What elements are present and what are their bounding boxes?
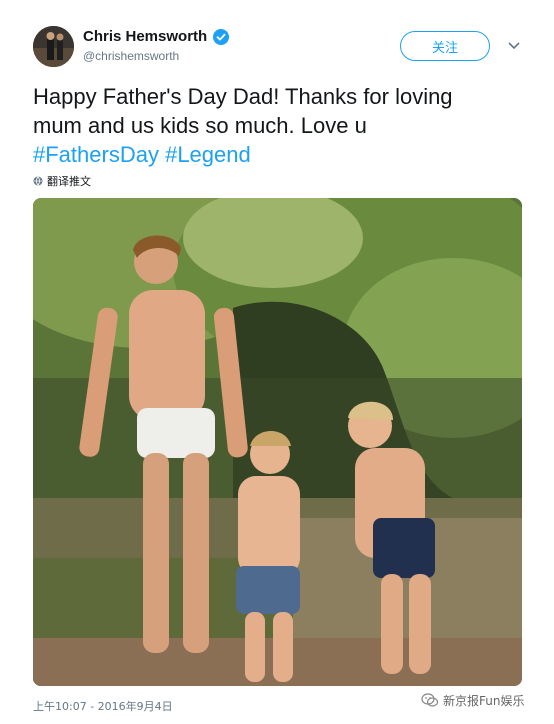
- tweet-card: Chris Hemsworth @chrishemsworth 关注 Happy…: [0, 0, 554, 724]
- watermark: 新京报Fun娱乐: [421, 691, 524, 709]
- author-info: Chris Hemsworth @chrishemsworth: [83, 28, 230, 63]
- watermark-text: 新京报Fun娱乐: [443, 693, 525, 708]
- wechat-icon: [421, 693, 439, 707]
- verified-badge-icon: [213, 28, 230, 45]
- translate-tweet-link[interactable]: 翻译推文: [33, 173, 91, 189]
- globe-icon: [33, 176, 43, 186]
- avatar[interactable]: [33, 26, 74, 67]
- tweet-text-line: Happy Father's Day Dad! Thanks for lovin…: [33, 84, 453, 109]
- tweet-timestamp[interactable]: 上午10:07 - 2016年9月4日: [33, 698, 173, 714]
- handle[interactable]: @chrishemsworth: [83, 49, 229, 63]
- tweet-text: Happy Father's Day Dad! Thanks for lovin…: [33, 82, 513, 169]
- tweet-photo[interactable]: [33, 198, 522, 686]
- hashtag-link[interactable]: #FathersDay: [33, 142, 159, 167]
- display-name[interactable]: Chris Hemsworth: [83, 28, 207, 45]
- follow-button[interactable]: 关注: [400, 31, 490, 61]
- chevron-down-icon[interactable]: [507, 41, 521, 51]
- translate-label: 翻译推文: [47, 175, 91, 188]
- hashtag-link[interactable]: #Legend: [165, 142, 251, 167]
- tweet-text-line: mum and us kids so much. Love u: [33, 113, 367, 138]
